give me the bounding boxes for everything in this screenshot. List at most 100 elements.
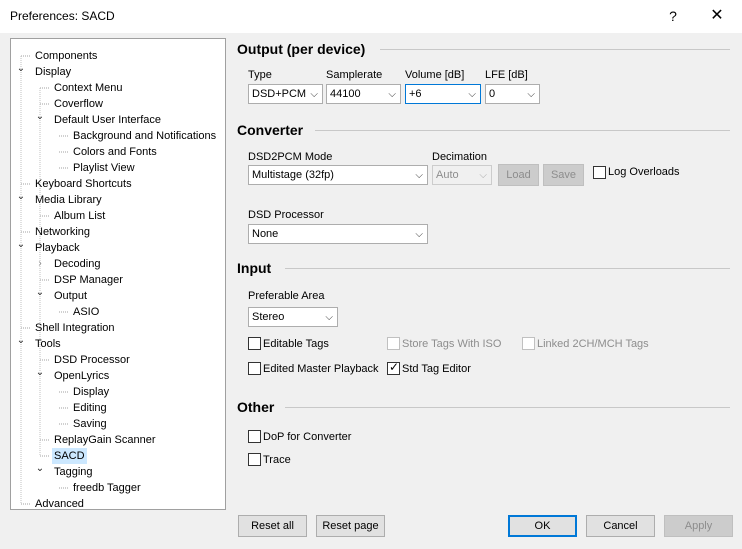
reset-all-button[interactable]: Reset all xyxy=(238,515,307,537)
trace-checkbox[interactable] xyxy=(248,453,261,466)
load-button[interactable]: Load xyxy=(498,164,539,186)
tree-item[interactable]: ASIO xyxy=(71,304,101,320)
samplerate-label: Samplerate xyxy=(326,69,383,81)
tree-item[interactable]: Advanced xyxy=(33,496,86,509)
std-tag-editor-checkbox[interactable]: ✓ xyxy=(387,360,400,375)
apply-button[interactable]: Apply xyxy=(664,515,733,537)
tree-item[interactable]: Display xyxy=(33,64,73,80)
lfe-select[interactable]: 0 ⌵ xyxy=(485,84,540,104)
chevron-down-icon[interactable]: ⌄ xyxy=(35,109,45,125)
tree-item[interactable]: DSD Processor xyxy=(52,352,132,368)
chevron-down-icon[interactable]: ⌄ xyxy=(16,61,26,77)
editable-tags-checkbox[interactable] xyxy=(248,337,261,350)
linked-tags-checkbox[interactable] xyxy=(522,337,535,350)
tree-item[interactable]: Playback xyxy=(33,240,82,256)
volume-select[interactable]: +6 ⌵ xyxy=(405,84,481,104)
window-title: Preferences: SACD xyxy=(10,9,115,23)
decimation-select[interactable]: Auto ⌵ xyxy=(432,165,492,185)
other-heading: Other xyxy=(237,399,275,415)
tree-item[interactable]: freedb Tagger xyxy=(71,480,143,496)
check-icon: ✓ xyxy=(389,360,400,374)
output-divider xyxy=(380,49,730,50)
tree-item[interactable]: Decoding xyxy=(52,256,102,272)
lfe-label: LFE [dB] xyxy=(485,69,528,81)
dsd2pcm-mode-value: Multistage (32fp) xyxy=(252,169,334,181)
preferable-area-select[interactable]: Stereo ⌵ xyxy=(248,307,338,327)
dsd-processor-select[interactable]: None ⌵ xyxy=(248,224,428,244)
help-button[interactable]: ? xyxy=(663,6,683,26)
reset-page-button[interactable]: Reset page xyxy=(316,515,385,537)
tree-item[interactable]: DSP Manager xyxy=(52,272,125,288)
type-value: DSD+PCM xyxy=(252,88,307,100)
input-divider xyxy=(285,268,730,269)
tree-item[interactable]: Coverflow xyxy=(52,96,105,112)
dsd-processor-value: None xyxy=(252,228,279,240)
tree-item[interactable]: Shell Integration xyxy=(33,320,117,336)
edited-master-label: Edited Master Playback xyxy=(263,363,379,375)
tree-item[interactable]: SACD xyxy=(52,448,87,464)
chevron-down-icon: ⌵ xyxy=(479,170,487,181)
tree-item[interactable]: Media Library xyxy=(33,192,104,208)
preferable-area-value: Stereo xyxy=(252,311,285,323)
tree-item[interactable]: Background and Notifications xyxy=(71,128,218,144)
tree-item[interactable]: Networking xyxy=(33,224,92,240)
close-button[interactable]: ✕ xyxy=(704,6,730,26)
tree-item[interactable]: Display xyxy=(71,384,111,400)
tree-item[interactable]: Tools xyxy=(33,336,63,352)
chevron-down-icon: ⌵ xyxy=(310,89,318,100)
save-button[interactable]: Save xyxy=(543,164,584,186)
ok-button[interactable]: OK xyxy=(508,515,577,537)
editable-tags-label: Editable Tags xyxy=(263,338,329,350)
other-divider xyxy=(285,407,730,408)
samplerate-select[interactable]: 44100 ⌵ xyxy=(326,84,401,104)
edited-master-checkbox[interactable] xyxy=(248,362,261,375)
volume-value: +6 xyxy=(409,88,422,100)
chevron-down-icon[interactable]: ⌄ xyxy=(16,237,26,253)
cancel-button[interactable]: Cancel xyxy=(586,515,655,537)
tree-item[interactable]: OpenLyrics xyxy=(52,368,111,384)
chevron-right-icon[interactable]: › xyxy=(35,256,45,272)
tree-item[interactable]: Editing xyxy=(71,400,109,416)
tree-item[interactable]: Output xyxy=(52,288,89,304)
input-heading: Input xyxy=(237,260,272,276)
preferable-area-label: Preferable Area xyxy=(248,290,325,302)
tree-item[interactable]: ReplayGain Scanner xyxy=(52,432,158,448)
chevron-down-icon: ⌵ xyxy=(388,89,396,100)
tree-item[interactable]: Keyboard Shortcuts xyxy=(33,176,134,192)
store-tags-iso-label: Store Tags With ISO xyxy=(402,338,502,350)
converter-divider xyxy=(315,130,730,131)
decimation-label: Decimation xyxy=(432,151,488,163)
chevron-down-icon: ⌵ xyxy=(415,170,423,181)
chevron-down-icon[interactable]: ⌄ xyxy=(35,461,45,477)
std-tag-editor-label: Std Tag Editor xyxy=(402,363,471,375)
log-overloads-label: Log Overloads xyxy=(608,166,680,178)
chevron-down-icon[interactable]: ⌄ xyxy=(16,189,26,205)
type-select[interactable]: DSD+PCM ⌵ xyxy=(248,84,323,104)
tree-item[interactable]: Components xyxy=(33,48,99,64)
preferences-tree[interactable]: Components Display ⌄ Context Menu Coverflow D… xyxy=(10,38,226,510)
tree-item[interactable]: Context Menu xyxy=(52,80,124,96)
samplerate-value: 44100 xyxy=(330,88,361,100)
chevron-down-icon[interactable]: ⌄ xyxy=(35,285,45,301)
dsd2pcm-mode-select[interactable]: Multistage (32fp) ⌵ xyxy=(248,165,428,185)
type-label: Type xyxy=(248,69,272,81)
output-heading: Output (per device) xyxy=(237,41,366,57)
dop-converter-checkbox[interactable] xyxy=(248,430,261,443)
tree-item[interactable]: Default User Interface xyxy=(52,112,163,128)
converter-heading: Converter xyxy=(237,122,304,138)
chevron-down-icon: ⌵ xyxy=(415,229,423,240)
tree-item[interactable]: Colors and Fonts xyxy=(71,144,159,160)
decimation-value: Auto xyxy=(436,169,459,181)
store-tags-iso-checkbox[interactable] xyxy=(387,337,400,350)
chevron-down-icon[interactable]: ⌄ xyxy=(16,333,26,349)
linked-tags-label: Linked 2CH/MCH Tags xyxy=(537,338,649,350)
chevron-down-icon: ⌵ xyxy=(527,89,535,100)
chevron-down-icon[interactable]: ⌄ xyxy=(35,365,45,381)
tree-item[interactable]: Album List xyxy=(52,208,107,224)
chevron-down-icon: ⌵ xyxy=(325,312,333,323)
lfe-value: 0 xyxy=(489,88,496,100)
tree-item[interactable]: Saving xyxy=(71,416,109,432)
tree-item[interactable]: Tagging xyxy=(52,464,95,480)
log-overloads-checkbox[interactable] xyxy=(593,166,606,179)
tree-item[interactable]: Playlist View xyxy=(71,160,137,176)
